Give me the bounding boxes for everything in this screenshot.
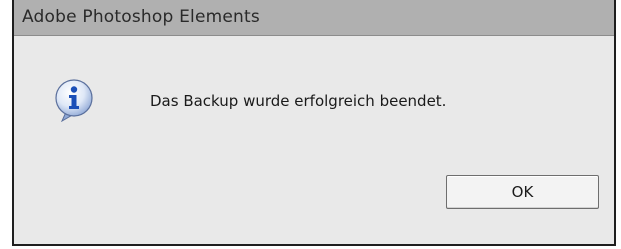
dialog-window: Adobe Photoshop Elements Das Backup wurd… <box>12 0 616 246</box>
ok-button[interactable]: OK <box>446 175 599 209</box>
title-bar[interactable]: Adobe Photoshop Elements <box>14 0 614 36</box>
dialog-message: Das Backup wurde erfolgreich beendet. <box>150 92 447 110</box>
info-icon <box>52 78 96 123</box>
window-title: Adobe Photoshop Elements <box>22 7 260 27</box>
